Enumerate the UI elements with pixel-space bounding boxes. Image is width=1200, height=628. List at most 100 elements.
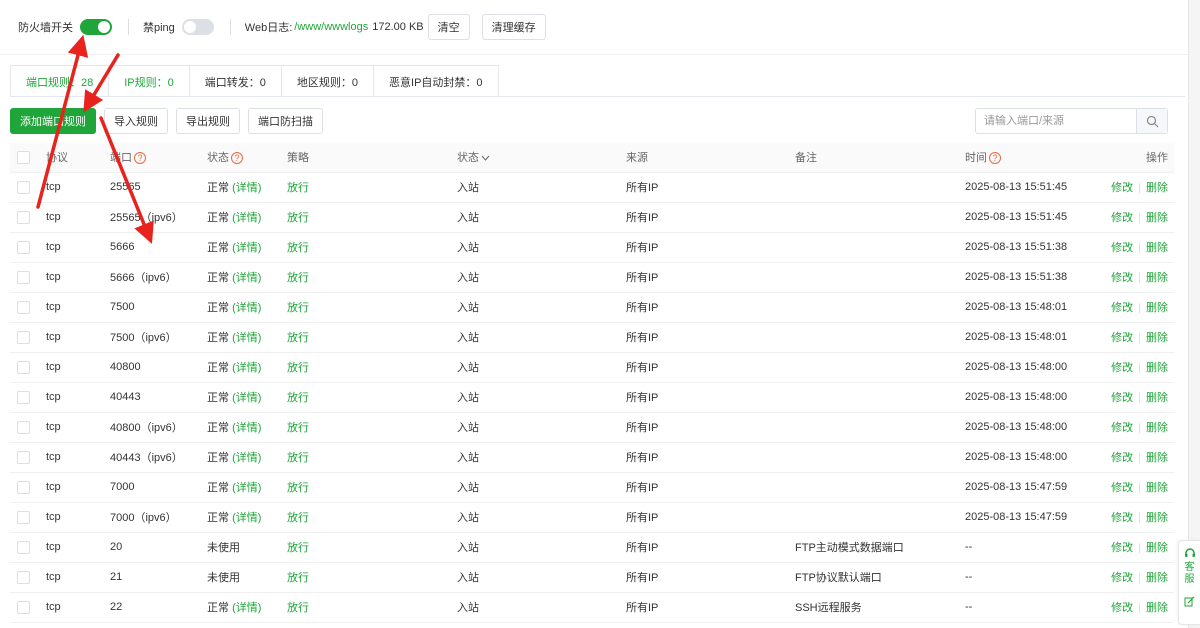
status-detail-link[interactable]: (详情) — [232, 212, 261, 224]
status-detail-link[interactable]: (详情) — [232, 602, 261, 614]
remark-cell[interactable]: FTP协议默认端口 — [795, 572, 882, 584]
status-detail-link[interactable]: (详情) — [232, 332, 261, 344]
delete-button[interactable]: 删除 — [1146, 332, 1168, 344]
edit-button[interactable]: 修改 — [1111, 572, 1133, 584]
status-detail-link[interactable]: (详情) — [232, 512, 261, 524]
tab-port-forward[interactable]: 端口转发：0 — [190, 66, 282, 97]
delete-button[interactable]: 删除 — [1146, 182, 1168, 194]
policy-cell[interactable]: 放行 — [287, 272, 309, 284]
edit-icon[interactable] — [1184, 596, 1195, 607]
policy-cell[interactable]: 放行 — [287, 602, 309, 614]
delete-button[interactable]: 删除 — [1146, 452, 1168, 464]
row-checkbox[interactable] — [17, 210, 30, 224]
row-checkbox[interactable] — [17, 600, 30, 614]
policy-cell[interactable]: 放行 — [287, 182, 309, 194]
tab-region-rules[interactable]: 地区规则：0 — [282, 66, 375, 97]
weblog-path-link[interactable]: /www/wwwlogs — [294, 21, 368, 33]
status-detail-link[interactable]: (详情) — [232, 482, 261, 494]
edit-button[interactable]: 修改 — [1111, 452, 1133, 464]
policy-cell[interactable]: 放行 — [287, 422, 309, 434]
delete-button[interactable]: 删除 — [1146, 362, 1168, 374]
clear-log-button[interactable]: 清空 — [427, 14, 470, 40]
edit-button[interactable]: 修改 — [1111, 242, 1133, 254]
delete-button[interactable]: 删除 — [1146, 482, 1168, 494]
row-checkbox[interactable] — [17, 270, 30, 284]
edit-button[interactable]: 修改 — [1111, 422, 1133, 434]
status-detail-link[interactable]: (详情) — [232, 422, 261, 434]
edit-button[interactable]: 修改 — [1111, 332, 1133, 344]
row-checkbox[interactable] — [17, 540, 30, 554]
policy-cell[interactable]: 放行 — [287, 332, 309, 344]
status-detail-link[interactable]: (详情) — [232, 392, 261, 404]
delete-button[interactable]: 删除 — [1146, 212, 1168, 224]
help-icon[interactable]: ? — [989, 152, 1001, 165]
tab-malicious-ip-ban[interactable]: 恶意IP自动封禁：0 — [374, 66, 498, 97]
row-checkbox[interactable] — [17, 450, 30, 464]
status-detail-link[interactable]: (详情) — [232, 362, 261, 374]
delete-button[interactable]: 删除 — [1146, 602, 1168, 614]
policy-cell[interactable]: 放行 — [287, 572, 309, 584]
help-icon[interactable]: ? — [231, 152, 243, 165]
edit-button[interactable]: 修改 — [1111, 362, 1133, 374]
status-detail-link[interactable]: (详情) — [232, 302, 261, 314]
delete-button[interactable]: 删除 — [1146, 242, 1168, 254]
row-checkbox[interactable] — [17, 180, 30, 194]
customer-service-widget[interactable]: 客服 — [1178, 540, 1200, 625]
policy-cell[interactable]: 放行 — [287, 212, 309, 224]
tab-port-rules[interactable]: 端口规则：28 — [11, 66, 110, 97]
policy-cell[interactable]: 放行 — [287, 302, 309, 314]
edit-button[interactable]: 修改 — [1111, 602, 1133, 614]
status-detail-link[interactable]: (详情) — [232, 452, 261, 464]
delete-button[interactable]: 删除 — [1146, 302, 1168, 314]
firewall-switch[interactable] — [80, 19, 112, 35]
row-checkbox[interactable] — [17, 570, 30, 584]
policy-cell[interactable]: 放行 — [287, 392, 309, 404]
status-detail-link[interactable]: (详情) — [232, 272, 261, 284]
header-direction-filter[interactable]: 状态 — [457, 143, 626, 173]
policy-cell[interactable]: 放行 — [287, 512, 309, 524]
edit-button[interactable]: 修改 — [1111, 272, 1133, 284]
policy-cell[interactable]: 放行 — [287, 482, 309, 494]
add-port-rule-button[interactable]: 添加端口规则 — [10, 108, 96, 134]
delete-button[interactable]: 删除 — [1146, 422, 1168, 434]
edit-button[interactable]: 修改 — [1111, 512, 1133, 524]
edit-button[interactable]: 修改 — [1111, 302, 1133, 314]
delete-button[interactable]: 删除 — [1146, 272, 1168, 284]
row-checkbox[interactable] — [17, 510, 30, 524]
export-rules-button[interactable]: 导出规则 — [176, 108, 240, 134]
search-button[interactable] — [1136, 109, 1167, 133]
tab-ip-rules[interactable]: IP规则：0 — [109, 66, 190, 97]
delete-button[interactable]: 删除 — [1146, 542, 1168, 554]
row-checkbox[interactable] — [17, 390, 30, 404]
clear-cache-button[interactable]: 清理缓存 — [481, 14, 546, 40]
row-checkbox[interactable] — [17, 240, 30, 254]
policy-cell[interactable]: 放行 — [287, 542, 309, 554]
select-all-checkbox[interactable] — [17, 150, 30, 164]
remark-cell[interactable]: SSH远程服务 — [795, 602, 862, 614]
row-checkbox[interactable] — [17, 300, 30, 314]
delete-button[interactable]: 删除 — [1146, 392, 1168, 404]
edit-button[interactable]: 修改 — [1111, 392, 1133, 404]
policy-cell[interactable]: 放行 — [287, 242, 309, 254]
row-checkbox[interactable] — [17, 330, 30, 344]
edit-button[interactable]: 修改 — [1111, 182, 1133, 194]
row-checkbox[interactable] — [17, 420, 30, 434]
status-detail-link[interactable]: (详情) — [232, 182, 261, 194]
row-checkbox[interactable] — [17, 360, 30, 374]
status-detail-link[interactable]: (详情) — [232, 242, 261, 254]
edit-button[interactable]: 修改 — [1111, 212, 1133, 224]
delete-button[interactable]: 删除 — [1146, 572, 1168, 584]
edit-button[interactable]: 修改 — [1111, 542, 1133, 554]
port-scan-protection-button[interactable]: 端口防扫描 — [248, 108, 323, 134]
scrollbar-track[interactable] — [1188, 0, 1200, 628]
search-input[interactable] — [976, 109, 1136, 133]
noping-switch[interactable] — [181, 19, 214, 35]
remark-cell[interactable]: FTP主动模式数据端口 — [795, 542, 904, 554]
import-rules-button[interactable]: 导入规则 — [104, 108, 168, 134]
edit-button[interactable]: 修改 — [1111, 482, 1133, 494]
row-checkbox[interactable] — [17, 480, 30, 494]
policy-cell[interactable]: 放行 — [287, 362, 309, 374]
policy-cell[interactable]: 放行 — [287, 452, 309, 464]
delete-button[interactable]: 删除 — [1146, 512, 1168, 524]
help-icon[interactable]: ? — [134, 152, 146, 165]
